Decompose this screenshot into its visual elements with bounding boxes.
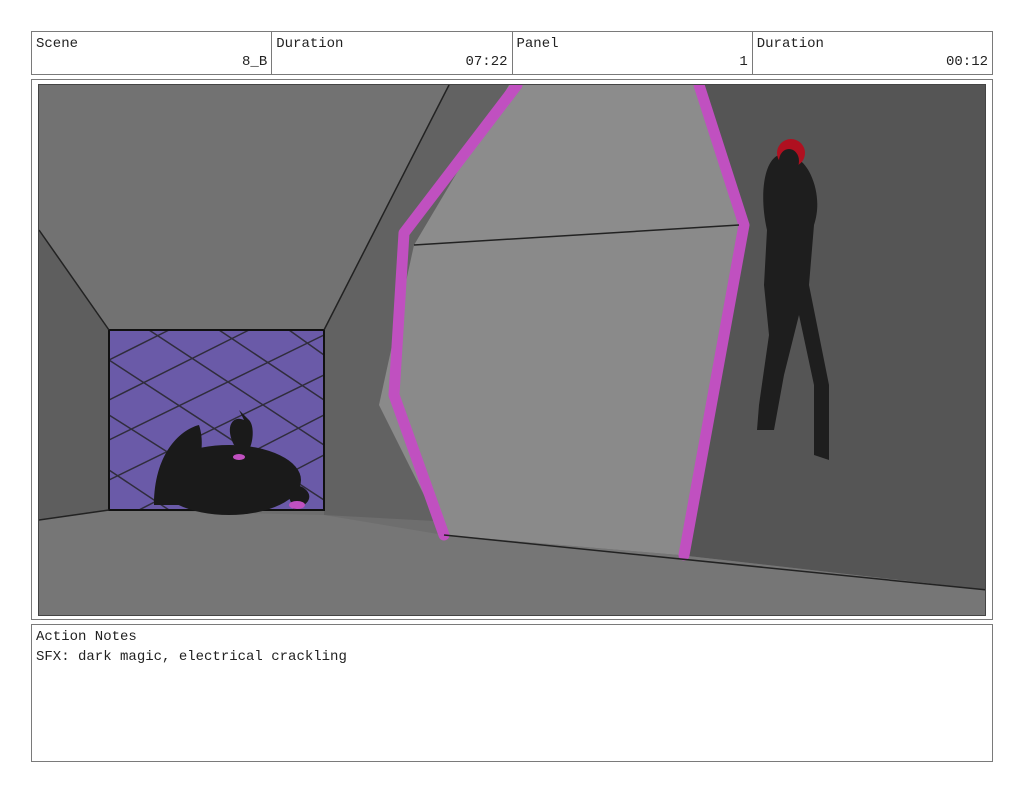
panel-label: Panel — [516, 36, 559, 52]
creature-glow — [233, 454, 245, 460]
scene-value: 8_B — [242, 54, 268, 70]
scene-duration-value: 07:22 — [465, 54, 508, 70]
panel-value: 1 — [739, 54, 748, 70]
panel-duration-value: 00:12 — [945, 54, 988, 70]
panel-duration-label: Duration — [756, 36, 824, 52]
action-notes-text: SFX: dark magic, electrical crackling — [36, 649, 347, 665]
panel-duration-cell: Duration 00:12 — [753, 32, 992, 74]
scene-label: Scene — [36, 36, 79, 52]
scene-cell: Scene 8_B — [32, 32, 273, 74]
panel-cell: Panel 1 — [513, 32, 753, 74]
action-notes-box: Action Notes SFX: dark magic, electrical… — [31, 624, 993, 762]
storyboard-header: Scene 8_B Duration 07:22 Panel 1 Duratio… — [31, 31, 993, 75]
storyboard-drawing — [38, 84, 986, 616]
scene-duration-label: Duration — [276, 36, 344, 52]
action-notes-title: Action Notes — [36, 629, 137, 645]
panel-frame — [31, 79, 993, 620]
scene-duration-cell: Duration 07:22 — [272, 32, 513, 74]
scene-illustration — [39, 85, 985, 615]
creature-tail-glow — [289, 501, 305, 509]
